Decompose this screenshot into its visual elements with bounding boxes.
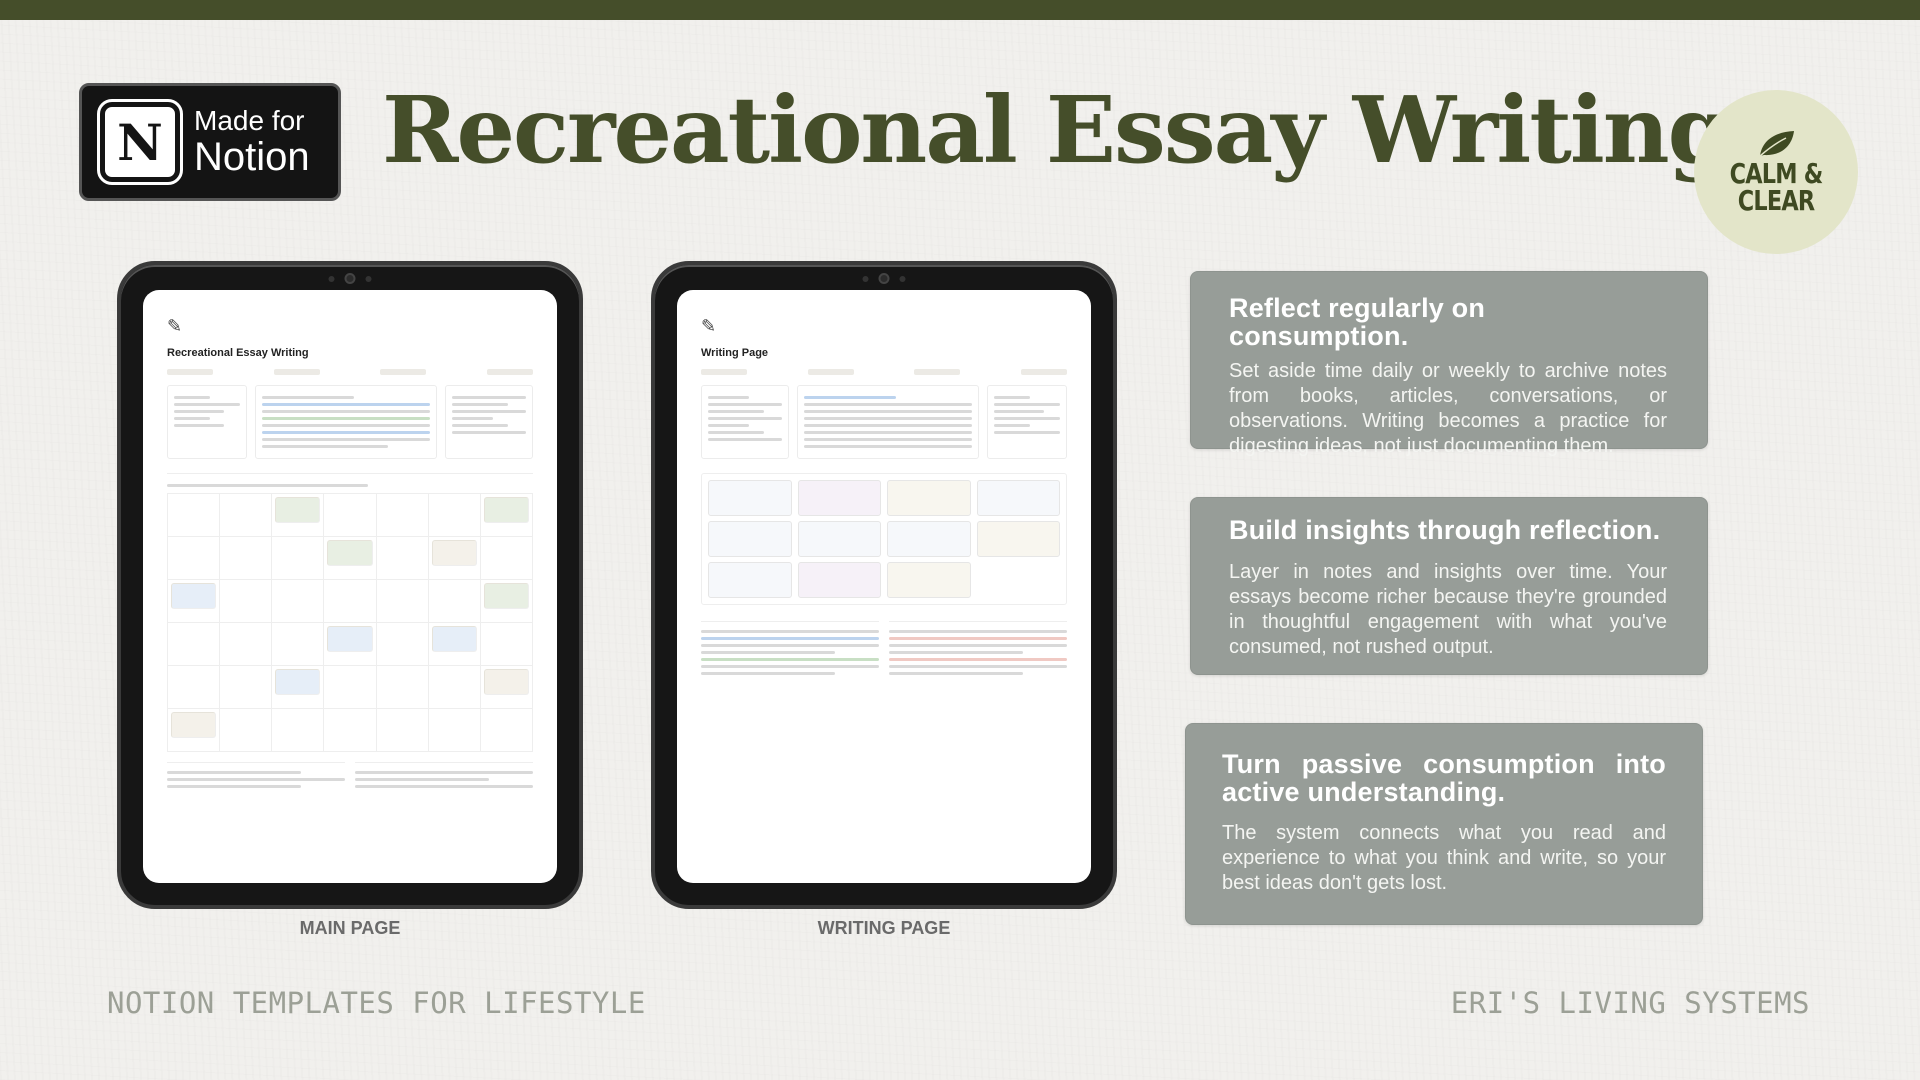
overview-blocks: [167, 385, 533, 459]
tablet-screen: ✎ Writing Page: [677, 290, 1091, 883]
info-card-build-insights: Build insights through reflection. Layer…: [1190, 497, 1708, 675]
card-body: The system connects what you read and ex…: [1222, 821, 1666, 894]
card-body: Set aside time daily or weekly to archiv…: [1229, 359, 1667, 457]
writing-page-guide: [987, 385, 1067, 459]
quick-buttons: [167, 369, 533, 375]
seal-text: CALM & CLEAR: [1730, 160, 1824, 217]
card-body: Layer in notes and insights over time. Y…: [1229, 561, 1667, 659]
tablet-camera: [862, 273, 906, 284]
screen-title: Writing Page: [701, 347, 769, 359]
notion-logo-icon: N: [97, 99, 183, 185]
footer-brand: ERI'S LIVING SYSTEMS: [1450, 986, 1810, 1020]
overview-blocks: [701, 385, 1067, 459]
made-for-notion-badge: N Made for Notion: [79, 83, 341, 201]
leaf-icon: [1759, 131, 1794, 157]
footer-tagline: NOTION TEMPLATES FOR LIFESTYLE: [107, 986, 646, 1020]
publishing-calendar: [167, 473, 533, 752]
page-title: Recreational Essay Writing: [382, 76, 1732, 184]
tablet-main-page: ✎ Recreational Essay Writing: [117, 261, 583, 909]
tablet-screen: ✎ Recreational Essay Writing: [143, 290, 557, 883]
essays-this-month-table: [797, 385, 979, 459]
tablet-camera: [328, 273, 372, 284]
badge-text: Made for Notion: [194, 105, 310, 179]
guides-block: [445, 385, 533, 459]
notes-tables: [701, 621, 1067, 679]
tablet-writing-page: ✎ Writing Page: [651, 261, 1117, 909]
navigation-block: [701, 385, 789, 459]
quick-buttons: [701, 369, 1067, 375]
screen-title: Recreational Essay Writing: [167, 347, 309, 359]
info-card-active-understanding: Turn passive consumption into active und…: [1185, 723, 1703, 925]
big-idea-board: [701, 473, 1067, 605]
card-heading: Turn passive consumption into active und…: [1222, 749, 1666, 808]
badge-line1: Made for: [194, 105, 305, 137]
essays-table: [255, 385, 437, 459]
info-card-reflect: Reflect regularly on consumption. Set as…: [1190, 271, 1708, 457]
pencil-icon: ✎: [701, 316, 717, 336]
card-heading: Reflect regularly on consumption.: [1229, 293, 1486, 352]
bottom-tables: [167, 762, 533, 792]
pencil-icon: ✎: [167, 316, 183, 336]
top-bar: [0, 0, 1920, 20]
calm-clear-seal: CALM & CLEAR: [1694, 90, 1858, 254]
badge-line2: Notion: [194, 134, 310, 179]
caption-main-page: MAIN PAGE: [299, 918, 401, 938]
navigation-block: [167, 385, 247, 459]
seal-line2: CLEAR: [1737, 184, 1815, 217]
caption-writing-page: WRITING PAGE: [817, 918, 951, 938]
card-heading: Build insights through reflection.: [1229, 515, 1661, 545]
